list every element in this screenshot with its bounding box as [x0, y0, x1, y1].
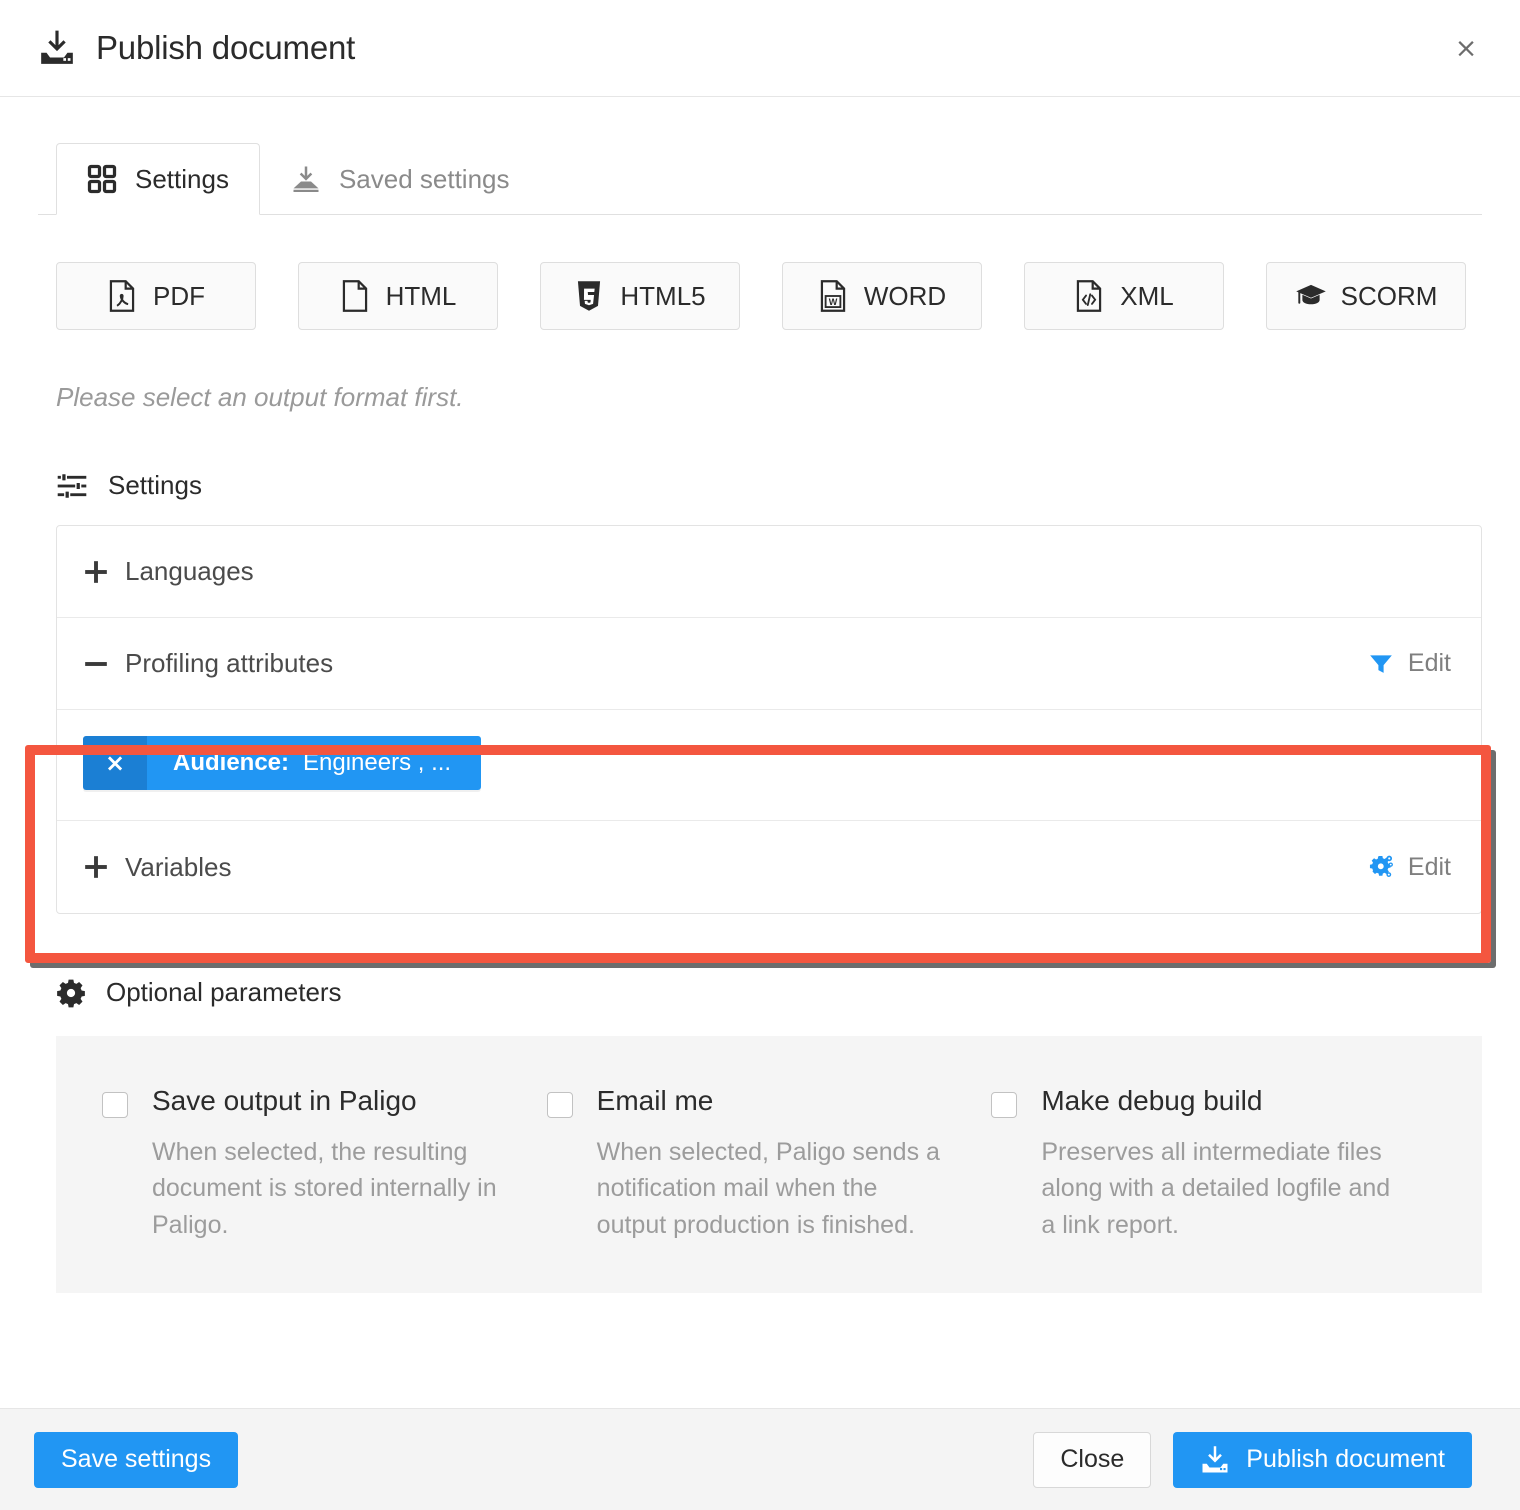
format-button-xml-label: XML: [1120, 280, 1174, 311]
option-label-email-me[interactable]: Email me: [597, 1084, 714, 1118]
save-settings-button[interactable]: Save settings: [34, 1431, 239, 1488]
pdf-file-icon: [107, 280, 137, 312]
close-button-label: Close: [1060, 1445, 1125, 1473]
checkbox-email-me[interactable]: [546, 1092, 573, 1118]
publish-download-icon: [38, 29, 76, 67]
accordion-label-languages: Languages: [125, 556, 254, 586]
tab-settings-label: Settings: [135, 163, 229, 194]
publish-document-dialog: Publish document × Settings Saved settin…: [0, 0, 1520, 1510]
chip-key-label: Audience:: [173, 749, 290, 776]
edit-variables-label: Edit: [1407, 852, 1451, 881]
dialog-title-text: Publish document: [96, 29, 356, 66]
chip-value-label: Engineers , ...: [303, 749, 452, 776]
minus-icon: [83, 651, 125, 677]
word-file-icon: W: [818, 280, 848, 312]
profiling-attributes-content: × Audience: Engineers , ...: [57, 710, 1481, 821]
option-row: Save output in Paligo: [102, 1084, 507, 1118]
option-description-save-output-in-paligo: When selected, the resulting document is…: [152, 1138, 497, 1239]
format-button-word[interactable]: W WORD: [782, 262, 982, 330]
accordion-row-variables[interactable]: Variables Edit: [57, 821, 1481, 913]
html5-shield-icon: [574, 280, 604, 312]
settings-section-heading-label: Settings: [108, 470, 202, 500]
sliders-icon: [56, 472, 88, 499]
option-save-output-in-paligo: Save output in Paligo When selected, the…: [102, 1084, 547, 1243]
gear-icon: [56, 978, 86, 1008]
tab-saved-settings[interactable]: Saved settings: [260, 143, 541, 215]
page-title: Publish document: [38, 29, 355, 67]
output-format-notice: Please select an output format first.: [56, 382, 464, 412]
accordion-row-profiling-attributes[interactable]: Profiling attributes Edit: [57, 618, 1481, 710]
close-button[interactable]: Close: [1033, 1431, 1152, 1488]
dialog-footer: Save settings Close Publish document: [0, 1408, 1520, 1510]
option-email-me: Email me When selected, Paligo sends a n…: [546, 1084, 992, 1243]
page-file-icon: [340, 280, 370, 312]
option-description-make-debug-build: Preserves all intermediate files along w…: [1041, 1138, 1391, 1239]
format-button-html[interactable]: HTML: [298, 262, 498, 330]
format-button-xml[interactable]: XML: [1024, 262, 1224, 330]
settings-section-heading: Settings: [38, 470, 1482, 501]
option-row: Make debug build: [991, 1084, 1396, 1118]
accordion-row-languages[interactable]: Languages: [57, 526, 1481, 618]
format-button-pdf[interactable]: PDF: [56, 262, 256, 330]
publish-download-icon: [1200, 1445, 1230, 1475]
grid-squares-icon: [87, 164, 117, 194]
optional-parameters-heading: Optional parameters: [38, 977, 1482, 1008]
edit-profiling-attributes-button[interactable]: Edit: [1368, 649, 1451, 678]
output-format-buttons: PDF HTML HTML5 W WORD XML SCORM: [38, 262, 1482, 330]
option-label-save-output-in-paligo[interactable]: Save output in Paligo: [152, 1084, 417, 1118]
save-settings-label: Save settings: [61, 1445, 212, 1473]
format-button-html-label: HTML: [385, 280, 457, 311]
format-button-pdf-label: PDF: [153, 280, 205, 311]
edit-profiling-attributes-label: Edit: [1407, 649, 1451, 677]
format-button-scorm[interactable]: SCORM: [1266, 262, 1466, 330]
publish-document-button[interactable]: Publish document: [1173, 1431, 1472, 1488]
settings-accordion: Languages Profiling attributes Edit × Au…: [56, 525, 1482, 914]
optional-parameters-panel: Save output in Paligo When selected, the…: [56, 1036, 1482, 1293]
chip-body: Audience: Engineers , ...: [147, 736, 482, 790]
option-row: Email me: [546, 1084, 952, 1118]
plus-icon: [83, 559, 125, 585]
checkbox-make-debug-build[interactable]: [991, 1092, 1018, 1118]
format-button-scorm-label: SCORM: [1340, 280, 1438, 311]
option-label-make-debug-build[interactable]: Make debug build: [1041, 1084, 1262, 1118]
tab-bar: Settings Saved settings: [38, 143, 1482, 215]
option-description-email-me: When selected, Paligo sends a notificati…: [596, 1138, 940, 1239]
option-make-debug-build: Make debug build Preserves all intermedi…: [991, 1084, 1436, 1243]
checkbox-save-output-in-paligo[interactable]: [102, 1092, 128, 1118]
dialog-header: Publish document ×: [0, 0, 1520, 97]
profiling-chip-audience[interactable]: × Audience: Engineers , ...: [83, 736, 482, 790]
optional-parameters-heading-label: Optional parameters: [106, 977, 342, 1007]
accordion-label-variables: Variables: [125, 851, 232, 882]
cogs-icon: [1368, 854, 1394, 880]
dialog-body: Settings Saved settings PDF HTML HTML5 W…: [0, 97, 1520, 1408]
filter-funnel-icon: [1368, 651, 1394, 677]
publish-document-label: Publish document: [1246, 1445, 1445, 1473]
tab-settings[interactable]: Settings: [56, 143, 260, 215]
graduation-cap-icon: [1295, 280, 1326, 312]
plus-icon: [83, 854, 125, 880]
footer-actions: Close Publish document: [1033, 1431, 1472, 1488]
svg-text:W: W: [829, 297, 838, 307]
download-tray-icon: [291, 164, 321, 194]
accordion-label-profiling-attributes: Profiling attributes: [125, 648, 334, 678]
chip-remove-icon[interactable]: ×: [83, 736, 147, 790]
tab-saved-settings-label: Saved settings: [338, 163, 510, 194]
format-button-html5-label: HTML5: [620, 280, 706, 311]
format-button-word-label: WORD: [863, 280, 947, 311]
close-icon[interactable]: ×: [1446, 28, 1486, 68]
format-button-html5[interactable]: HTML5: [540, 262, 740, 330]
xml-code-file-icon: [1074, 280, 1104, 312]
edit-variables-button[interactable]: Edit: [1368, 853, 1451, 882]
